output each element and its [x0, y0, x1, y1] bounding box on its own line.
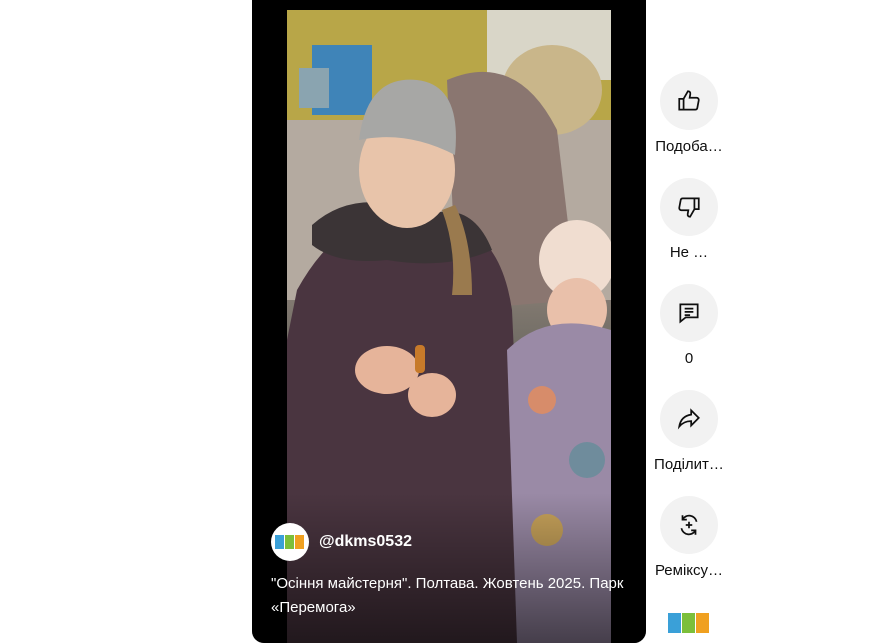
dislike-label: Не …	[669, 244, 709, 261]
channel-logo-icon	[275, 535, 304, 549]
channel-logo-icon	[668, 613, 709, 633]
video-title[interactable]: "Осіння майстерня". Полтава. Жовтень 202…	[271, 572, 631, 620]
overlay-shade	[252, 493, 646, 643]
action-bar: Подоба… Не … 0 Поділит… Реміксу…	[640, 72, 738, 602]
share-button[interactable]	[660, 390, 718, 448]
dislike-button[interactable]	[660, 178, 718, 236]
remix-icon	[680, 514, 698, 536]
remix-button[interactable]	[660, 496, 718, 554]
thumbs-down-icon	[678, 197, 700, 218]
share-label: Поділит…	[654, 456, 724, 473]
share-icon	[677, 408, 700, 430]
remix-action: Реміксу…	[640, 496, 738, 602]
like-button[interactable]	[660, 72, 718, 130]
shorts-player[interactable]: @dkms0532 "Осіння майстерня". Полтава. Ж…	[252, 0, 646, 643]
like-action: Подоба…	[640, 72, 738, 178]
comment-icon	[679, 303, 699, 324]
channel-handle[interactable]: @dkms0532	[319, 533, 412, 551]
comments-button[interactable]	[660, 284, 718, 342]
remix-label: Реміксу…	[654, 562, 724, 579]
channel-info[interactable]: @dkms0532	[271, 523, 412, 561]
channel-avatar[interactable]	[271, 523, 309, 561]
like-label: Подоба…	[655, 138, 723, 155]
dislike-action: Не …	[640, 178, 738, 284]
comments-action: 0	[640, 284, 738, 390]
channel-logo-thumbnail[interactable]	[667, 610, 711, 636]
thumbs-up-icon	[678, 90, 700, 111]
comments-count: 0	[684, 350, 694, 367]
share-action: Поділит…	[640, 390, 738, 496]
